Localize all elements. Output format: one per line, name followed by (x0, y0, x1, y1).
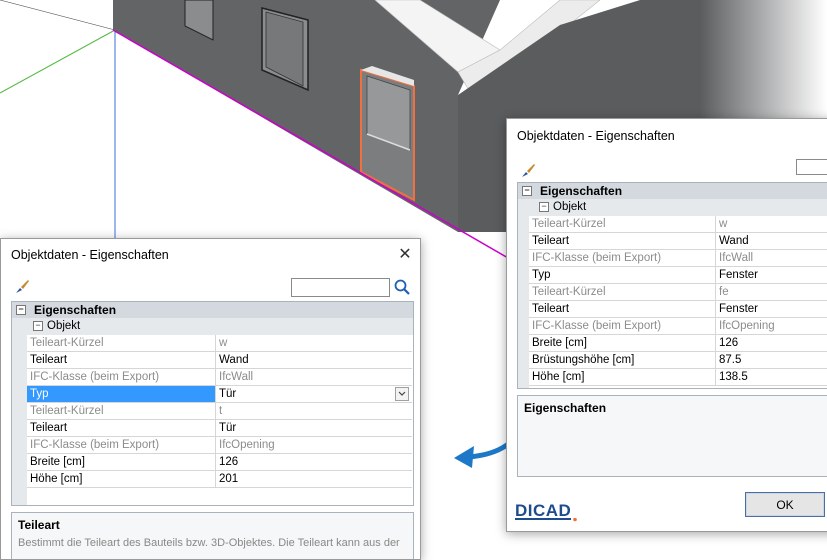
brush-icon[interactable] (519, 161, 537, 179)
property-row: IFC-Klasse (beim Export) IfcOpening (27, 437, 412, 454)
property-key: Teileart-Kürzel (30, 337, 104, 349)
property-key: Höhe [cm] (532, 371, 585, 383)
property-value: IfcOpening (215, 437, 413, 453)
property-value[interactable]: Tür (215, 420, 413, 436)
logo-mark (515, 518, 577, 522)
property-value[interactable]: 138.5 (715, 369, 827, 385)
property-value: w (215, 335, 413, 351)
property-key: IFC-Klasse (beim Export) (532, 252, 662, 264)
property-value[interactable]: Tür (215, 386, 413, 402)
property-value: IfcOpening (715, 318, 827, 334)
property-row: Teileart-Kürzel w (27, 335, 412, 352)
back-properties-dialog: Objektdaten - Eigenschaften − Eigenschaf… (506, 118, 827, 532)
description-text: Bestimmt die Teileart des Bauteils bzw. … (18, 537, 400, 549)
property-row[interactable]: Teileart Wand (27, 352, 412, 369)
description-title: Teileart (18, 518, 60, 532)
property-value[interactable]: 126 (715, 335, 827, 351)
front-properties-dialog: Objektdaten - Eigenschaften ✕ − Eigensch… (0, 238, 421, 560)
property-row[interactable]: Höhe [cm] 138.5 (529, 369, 827, 386)
property-row: Teileart-Kürzel t (27, 403, 412, 420)
group-header-objekt[interactable]: − Objekt (529, 199, 827, 216)
property-key: Breite [cm] (30, 456, 85, 468)
search-icon[interactable] (393, 278, 411, 296)
property-key: Brüstungshöhe [cm] (532, 354, 635, 366)
property-row[interactable]: Typ Fenster (529, 267, 827, 284)
search-input[interactable] (291, 278, 390, 297)
property-value[interactable]: 126 (215, 454, 413, 470)
property-row: Teileart-Kürzel fe (529, 284, 827, 301)
property-key: IFC-Klasse (beim Export) (30, 439, 160, 451)
property-row: IFC-Klasse (beim Export) IfcOpening (529, 318, 827, 335)
x-axis-1 (0, 0, 116, 31)
property-row[interactable]: Teileart Wand (529, 233, 827, 250)
collapse-icon[interactable]: − (16, 305, 26, 315)
property-row[interactable]: Höhe [cm] 201 (27, 471, 412, 488)
property-key: Teileart-Kürzel (532, 218, 606, 230)
dialog-title: Objektdaten - Eigenschaften (11, 248, 169, 262)
property-key: Teileart-Kürzel (30, 405, 104, 417)
property-row[interactable]: Typ Tür (27, 386, 412, 403)
y-axis (0, 29, 116, 94)
property-key: Teileart (30, 422, 68, 434)
property-row: Teileart-Kürzel w (529, 216, 827, 233)
property-row: IFC-Klasse (beim Export) IfcWall (27, 369, 412, 386)
section-label: Eigenschaften (540, 184, 623, 198)
property-value[interactable]: 87.5 (715, 352, 827, 368)
property-row: IFC-Klasse (beim Export) IfcWall (529, 250, 827, 267)
property-value: t (215, 403, 413, 419)
property-key: Teileart (532, 303, 570, 315)
property-key: IFC-Klasse (beim Export) (30, 371, 160, 383)
property-value[interactable]: Fenster (715, 301, 827, 317)
property-value[interactable]: Wand (215, 352, 413, 368)
property-row[interactable]: Breite [cm] 126 (27, 454, 412, 471)
property-key: IFC-Klasse (beim Export) (532, 320, 662, 332)
property-value: IfcWall (215, 369, 413, 385)
close-icon[interactable]: ✕ (395, 245, 415, 265)
property-value[interactable]: Wand (715, 233, 827, 249)
property-key: Breite [cm] (532, 337, 587, 349)
property-key: Teileart (532, 235, 570, 247)
collapse-icon[interactable]: − (539, 202, 549, 212)
property-row[interactable]: Brüstungshöhe [cm] 87.5 (529, 352, 827, 369)
brush-icon[interactable] (13, 277, 31, 295)
property-value: w (715, 216, 827, 232)
ok-button[interactable]: OK (745, 492, 825, 517)
property-key: Typ (27, 386, 215, 402)
group-header-objekt[interactable]: − Objekt (27, 318, 413, 335)
property-key: Teileart-Kürzel (532, 286, 606, 298)
section-header-eigenschaften[interactable]: − Eigenschaften (12, 302, 413, 318)
properties-grid: − Eigenschaften − Objekt Teileart-Kürzel… (11, 301, 414, 506)
property-row[interactable]: Teileart Fenster (529, 301, 827, 318)
property-row[interactable]: Breite [cm] 126 (529, 335, 827, 352)
collapse-icon[interactable]: − (522, 186, 532, 196)
property-value[interactable]: 201 (215, 471, 413, 487)
property-value: IfcWall (715, 250, 827, 266)
dialog-title: Objektdaten - Eigenschaften (517, 129, 675, 143)
property-row[interactable]: Teileart Tür (27, 420, 412, 437)
description-panel: Teileart Bestimmt die Teileart des Baute… (11, 512, 414, 559)
chevron-down-icon[interactable] (395, 387, 409, 401)
property-key: Typ (532, 269, 551, 281)
search-input[interactable] (796, 159, 827, 175)
collapse-icon[interactable]: − (33, 321, 43, 331)
properties-grid: − Eigenschaften − Objekt Teileart-Kürzel… (517, 182, 827, 389)
property-key: Teileart (30, 354, 68, 366)
description-title: Eigenschaften (524, 401, 607, 415)
property-value[interactable]: Fenster (715, 267, 827, 283)
group-label: Objekt (553, 201, 587, 213)
group-label: Objekt (47, 320, 81, 332)
property-key: Höhe [cm] (30, 473, 83, 485)
section-header-eigenschaften[interactable]: − Eigenschaften (518, 183, 827, 199)
section-label: Eigenschaften (34, 303, 117, 317)
property-value: fe (715, 284, 827, 300)
description-panel: Eigenschaften (517, 395, 827, 477)
